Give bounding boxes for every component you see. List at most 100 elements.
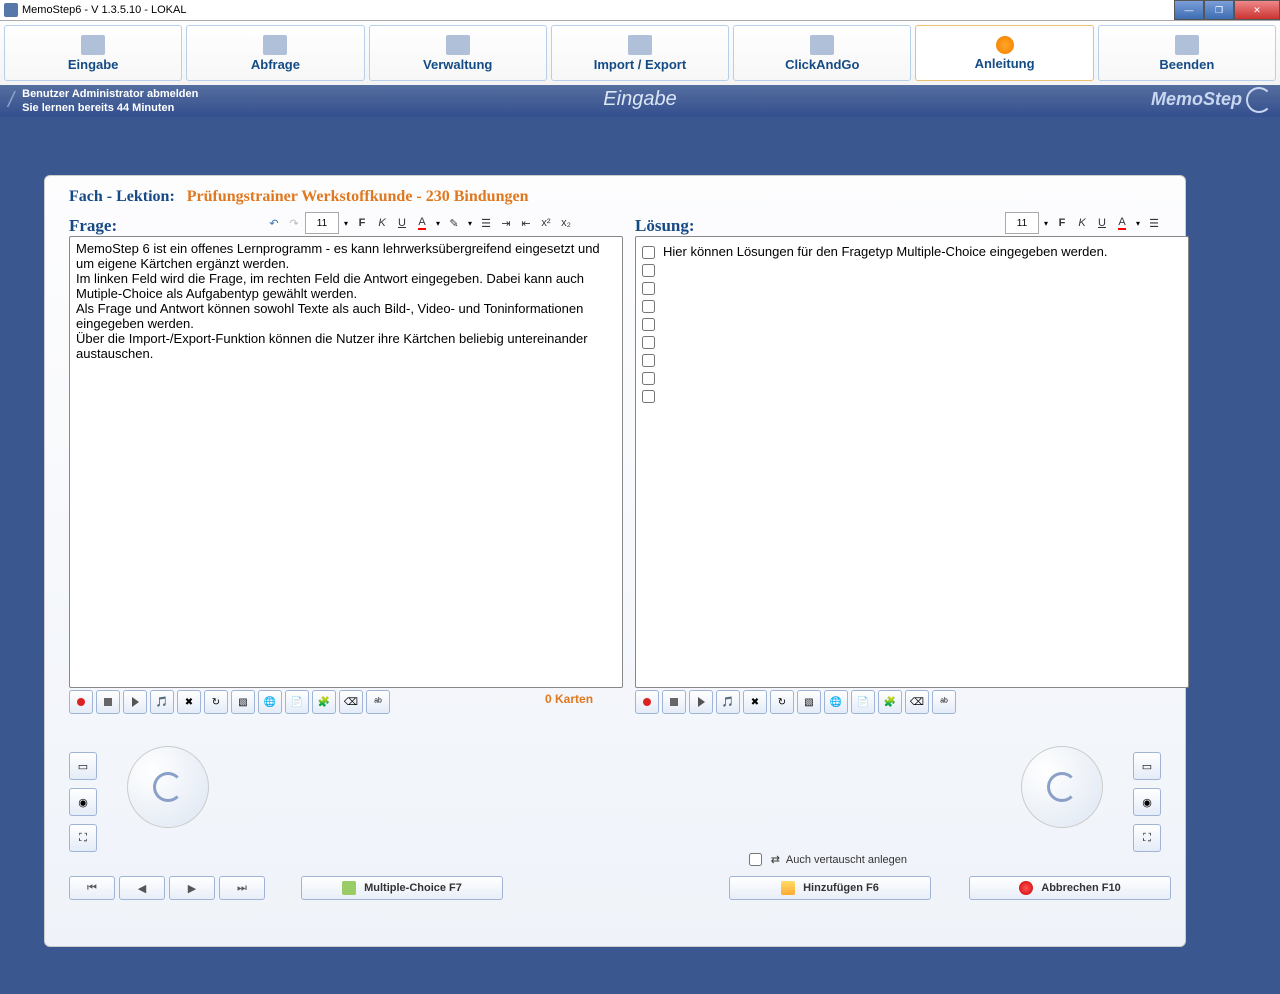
attach-audio-button[interactable]: 🎵 (716, 690, 740, 714)
record-button[interactable] (69, 690, 93, 714)
highlight-dropdown-icon[interactable]: ▾ (465, 214, 475, 232)
play-button[interactable] (689, 690, 713, 714)
toolbar-eingabe-label: Eingabe (68, 57, 119, 72)
toolbar-clickandgo-label: ClickAndGo (785, 57, 859, 72)
stop-button[interactable] (96, 690, 120, 714)
multiple-choice-button[interactable]: Multiple-Choice F7 (301, 876, 503, 900)
refresh-button[interactable]: ↻ (204, 690, 228, 714)
format-clear-button[interactable]: ⌫ (905, 690, 929, 714)
question-textarea[interactable]: MemoStep 6 ist ein offenes Lernprogramm … (69, 236, 623, 688)
window-minimize-button[interactable]: — (1174, 0, 1204, 20)
play-button[interactable] (123, 690, 147, 714)
font-size-input-solution[interactable] (1005, 212, 1039, 234)
bold-button[interactable]: F (353, 214, 371, 232)
font-color-button[interactable]: A (413, 214, 431, 232)
brand-logo: MemoStep (1151, 87, 1272, 113)
query-icon (263, 35, 287, 55)
insert-file-button[interactable]: 📄 (851, 690, 875, 714)
undo-button[interactable]: ↶ (265, 214, 283, 232)
preview-solution-button[interactable]: ▭ (1133, 752, 1161, 780)
mc-text-0[interactable]: Hier können Lösungen für den Fragetyp Mu… (663, 244, 1107, 259)
fullscreen-solution-button[interactable]: ⛶ (1133, 824, 1161, 852)
link-question-button[interactable]: ◉ (69, 788, 97, 816)
italic-button[interactable]: K (1073, 214, 1091, 232)
superscript-button[interactable]: x² (537, 214, 555, 232)
mc-checkbox-4[interactable] (642, 318, 655, 331)
toolbar-import-export-label: Import / Export (594, 57, 686, 72)
mc-checkbox-6[interactable] (642, 354, 655, 367)
format-clear-button[interactable]: ⌫ (339, 690, 363, 714)
bold-button[interactable]: F (1053, 214, 1071, 232)
cancel-button[interactable]: Abbrechen F10 (969, 876, 1171, 900)
window-maximize-button[interactable]: ❐ (1204, 0, 1234, 20)
nav-next-button[interactable]: ▶ (169, 876, 215, 900)
edit-icon (81, 35, 105, 55)
indent-button[interactable]: ⇥ (497, 214, 515, 232)
toolbar-beenden-button[interactable]: Beenden (1098, 25, 1276, 81)
insert-web-button[interactable]: 🌐 (824, 690, 848, 714)
insert-image-button[interactable]: ▧ (231, 690, 255, 714)
refresh-button[interactable]: ↻ (770, 690, 794, 714)
frage-heading: Frage: (69, 216, 117, 236)
mc-checkbox-2[interactable] (642, 282, 655, 295)
help-icon (996, 36, 1014, 54)
context-bar: / Benutzer Administrator abmelden Sie le… (0, 85, 1280, 117)
insert-image-button[interactable]: ▧ (797, 690, 821, 714)
underline-button[interactable]: U (393, 214, 411, 232)
insert-object-button[interactable]: 🧩 (312, 690, 336, 714)
toolbar-verwaltung-button[interactable]: Verwaltung (369, 25, 547, 81)
font-color-button[interactable]: A (1113, 214, 1131, 232)
nav-first-button[interactable]: ⏮ (69, 876, 115, 900)
attach-audio-button[interactable]: 🎵 (150, 690, 174, 714)
media-toolbar-question: 🎵 ✖ ↻ ▧ 🌐 📄 🧩 ⌫ ᵃᵇ (69, 690, 609, 714)
nav-last-button[interactable]: ⏭ (219, 876, 265, 900)
font-size-dropdown-icon[interactable]: ▾ (341, 214, 351, 232)
mc-checkbox-5[interactable] (642, 336, 655, 349)
mc-checkbox-7[interactable] (642, 372, 655, 385)
swap-checkbox[interactable] (749, 853, 762, 866)
toolbar-verwaltung-label: Verwaltung (423, 57, 492, 72)
toolbar-import-export-button[interactable]: Import / Export (551, 25, 729, 81)
delete-audio-button[interactable]: ✖ (743, 690, 767, 714)
italic-button[interactable]: K (373, 214, 391, 232)
spellcheck-button[interactable]: ᵃᵇ (366, 690, 390, 714)
window-close-button[interactable]: ✕ (1234, 0, 1280, 20)
redo-button[interactable]: ↷ (285, 214, 303, 232)
preview-circle-question[interactable] (127, 746, 209, 828)
insert-web-button[interactable]: 🌐 (258, 690, 282, 714)
bullet-list-button[interactable]: ☰ (477, 214, 495, 232)
loesung-heading: Lösung: (635, 216, 695, 236)
bullet-list-button[interactable]: ☰ (1145, 214, 1163, 232)
fullscreen-question-button[interactable]: ⛶ (69, 824, 97, 852)
font-size-input-question[interactable] (305, 212, 339, 234)
record-button[interactable] (635, 690, 659, 714)
user-logout-link[interactable]: Benutzer Administrator abmelden (22, 87, 198, 101)
mc-checkbox-0[interactable] (642, 246, 655, 259)
highlight-button[interactable]: ✎ (445, 214, 463, 232)
subscript-button[interactable]: x₂ (557, 214, 575, 232)
mc-checkbox-1[interactable] (642, 264, 655, 277)
spellcheck-button[interactable]: ᵃᵇ (932, 690, 956, 714)
add-icon (781, 881, 795, 895)
toolbar-abfrage-button[interactable]: Abfrage (186, 25, 364, 81)
toolbar-clickandgo-button[interactable]: ClickAndGo (733, 25, 911, 81)
font-color-dropdown-icon[interactable]: ▾ (433, 214, 443, 232)
insert-file-button[interactable]: 📄 (285, 690, 309, 714)
insert-object-button[interactable]: 🧩 (878, 690, 902, 714)
add-card-button[interactable]: Hinzufügen F6 (729, 876, 931, 900)
mc-checkbox-3[interactable] (642, 300, 655, 313)
delete-audio-button[interactable]: ✖ (177, 690, 201, 714)
mc-checkbox-8[interactable] (642, 390, 655, 403)
stop-button[interactable] (662, 690, 686, 714)
font-size-dropdown-icon[interactable]: ▾ (1041, 214, 1051, 232)
link-solution-button[interactable]: ◉ (1133, 788, 1161, 816)
toolbar-eingabe-button[interactable]: Eingabe (4, 25, 182, 81)
underline-button[interactable]: U (1093, 214, 1111, 232)
outdent-button[interactable]: ⇤ (517, 214, 535, 232)
logo-ring-icon (1246, 87, 1272, 113)
preview-question-button[interactable]: ▭ (69, 752, 97, 780)
toolbar-anleitung-button[interactable]: Anleitung (915, 25, 1093, 81)
preview-circle-solution[interactable] (1021, 746, 1103, 828)
nav-prev-button[interactable]: ◀ (119, 876, 165, 900)
font-color-dropdown-icon[interactable]: ▾ (1133, 214, 1143, 232)
